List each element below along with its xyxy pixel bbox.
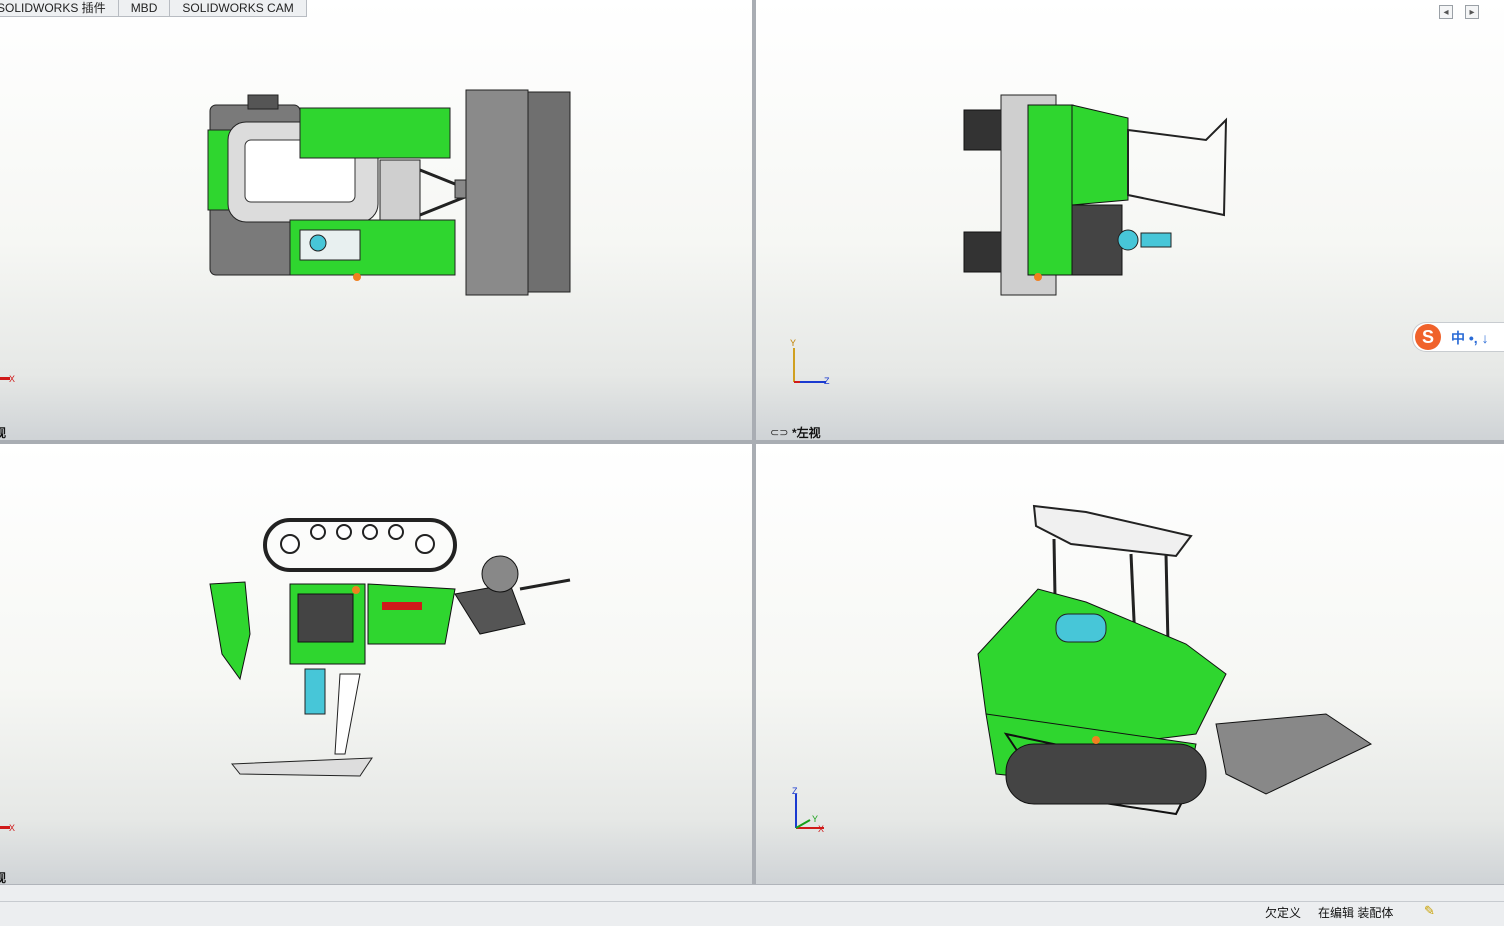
rebuild-icon[interactable]: ✎ (1424, 903, 1435, 919)
ime-status-text: 中 •, ↓ (1451, 330, 1489, 346)
model-isometric-view (977, 504, 1373, 816)
next-view-icon[interactable]: ▸ (1465, 5, 1479, 19)
model-top-view (207, 89, 571, 296)
view-label: 视 (0, 426, 7, 440)
tab-mbd[interactable]: MBD (117, 0, 171, 17)
command-manager-tabs: SOLIDWORKS 插件 MBD SOLIDWORKS CAM (0, 0, 307, 18)
ime-toolbar[interactable]: S 中 •, ↓ (1412, 322, 1504, 352)
view-label: *左视 (792, 426, 821, 440)
viewport-left-view[interactable]: ◂ ▸ Y Z ⊂⊃ *左视 (756, 0, 1504, 440)
triad-x-label: X (9, 823, 16, 833)
triad-x-label: X (9, 374, 16, 384)
model-front-view (209, 518, 571, 777)
status-defined: 欠定义 (1265, 906, 1302, 920)
triad-z-label: Z (792, 786, 798, 796)
status-editing: 在编辑 装配体 (1318, 906, 1394, 920)
tab-solidworks-addins[interactable]: SOLIDWORKS 插件 (0, 0, 119, 17)
viewport-top-view[interactable]: X 视 (0, 0, 752, 440)
status-bar: 欠定义 在编辑 装配体 ✎ (0, 884, 1504, 926)
triad-y-label: Y (790, 338, 797, 348)
viewport-front-view[interactable]: X 视 (0, 444, 752, 884)
triad-x-label: X (818, 824, 825, 834)
sogou-logo-icon: S (1415, 324, 1441, 350)
status-separator (0, 901, 1504, 902)
prev-view-icon[interactable]: ◂ (1439, 5, 1453, 19)
view-link-icon: ⊂⊃ (770, 427, 789, 439)
viewport-divider-horizontal[interactable] (0, 440, 1504, 444)
tab-solidworks-cam[interactable]: SOLIDWORKS CAM (169, 0, 307, 17)
viewport-isometric[interactable]: ▾ ▾ ▾ ▾ ▾ Z Y X (756, 444, 1504, 884)
triad-z-label: Z (824, 376, 830, 386)
triad-y-label: Y (812, 814, 819, 824)
model-left-view (963, 94, 1228, 296)
view-label: 视 (0, 871, 7, 884)
